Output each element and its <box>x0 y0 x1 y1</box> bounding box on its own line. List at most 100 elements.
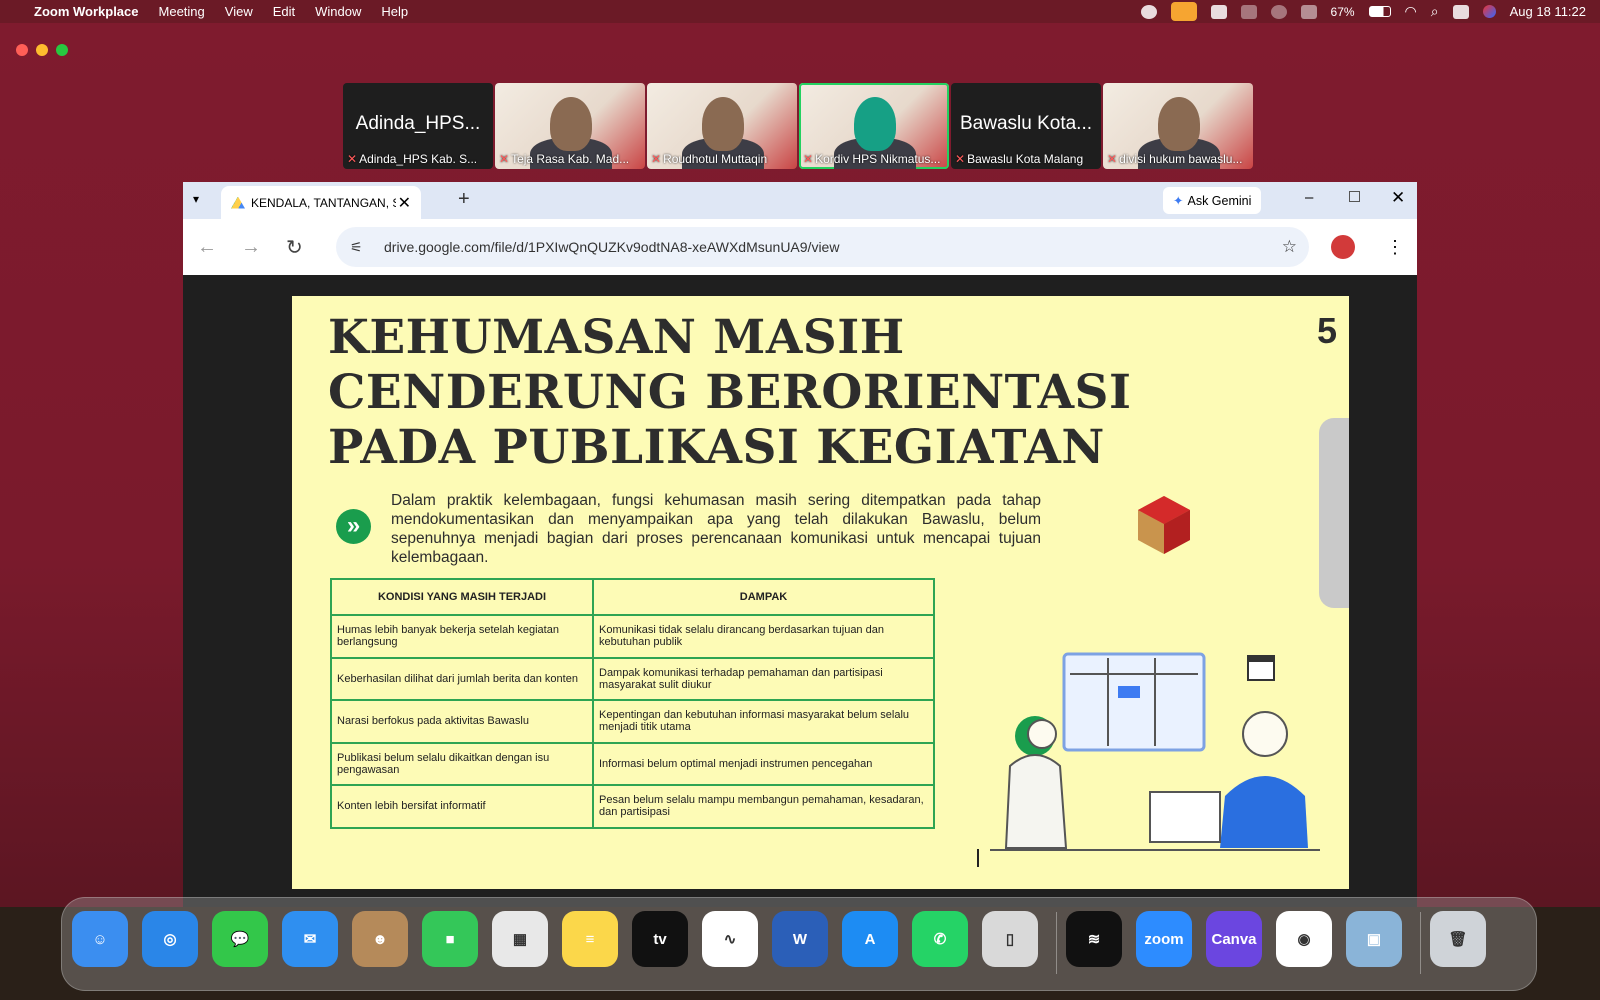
dock-spotify-icon[interactable]: ≋ <box>1066 911 1122 967</box>
dock-safari-icon[interactable]: ◎ <box>142 911 198 967</box>
tab-bar: ▾ KENDALA, TANTANGAN, SEI ✕ + ✦ Ask Gemi… <box>183 182 1417 219</box>
participant-tile[interactable]: Adinda_HPS... ✕ Adinda_HPS Kab. S... <box>343 83 493 169</box>
table-row: Narasi berfokus pada aktivitas Bawaslu Ke… <box>330 699 935 744</box>
impact-cell: Dampak komunikasi terhadap pemahaman dan… <box>592 656 935 701</box>
dock-freeform-icon[interactable]: ∿ <box>702 911 758 967</box>
impact-cell: Informasi belum optimal menjadi instrume… <box>592 741 935 786</box>
zoom-status-icon[interactable] <box>1210 4 1227 19</box>
participant-caption: ✕ Bawaslu Kota Malang <box>955 152 1097 166</box>
dock-notes-icon[interactable]: ≡ <box>562 911 618 967</box>
site-info-icon[interactable]: ⚟ <box>350 239 363 256</box>
minimize-icon[interactable]: – <box>1305 189 1313 206</box>
more-menu-icon[interactable]: ⋮ <box>1386 237 1404 258</box>
table-row: Publikasi belum selalu dikaitkan dengan … <box>330 741 935 786</box>
bawaslu-logo <box>1138 496 1190 554</box>
muted-mic-icon: ✕ <box>499 152 510 166</box>
participant-name: Teja Rasa Kab. Mad... <box>511 152 630 166</box>
control-center-icon[interactable] <box>1452 4 1469 19</box>
menu-bar: Zoom Workplace Meeting View Edit Window … <box>0 0 1600 23</box>
condition-cell: Publikasi belum selalu dikaitkan dengan … <box>330 741 594 786</box>
airdrop-icon[interactable] <box>1270 4 1287 19</box>
tab-close-icon[interactable]: ✕ <box>398 193 411 213</box>
dock-launchpad-icon[interactable]: ▦ <box>492 911 548 967</box>
participant-caption: ✕ divisi hukum bawaslu... <box>1107 152 1249 166</box>
condition-cell: Narasi berfokus pada aktivitas Bawaslu <box>330 699 594 744</box>
minimize-window-button[interactable] <box>36 44 48 56</box>
participant-tile[interactable]: Bawaslu Kota... ✕ Bawaslu Kota Malang <box>951 83 1101 169</box>
dock-whatsapp-icon[interactable]: ✆ <box>912 911 968 967</box>
participant-tile[interactable]: ✕ Teja Rasa Kab. Mad... <box>495 83 645 169</box>
restore-icon[interactable] <box>1349 191 1360 202</box>
gemini-icon: ✦ <box>1173 194 1184 208</box>
back-icon[interactable]: ← <box>197 236 217 259</box>
participant-tile[interactable]: ✕ divisi hukum bawaslu... <box>1103 83 1253 169</box>
forward-icon[interactable]: → <box>241 236 261 259</box>
battery-icon[interactable] <box>1368 6 1391 17</box>
tab-active[interactable]: KENDALA, TANTANGAN, SEI ✕ <box>221 186 421 219</box>
url-text[interactable]: drive.google.com/file/d/1PXIwQnQUZKv9odt… <box>384 239 839 255</box>
pen-icon[interactable] <box>1240 4 1257 19</box>
participant-caption: ✕ Adinda_HPS Kab. S... <box>347 152 489 166</box>
siri-icon[interactable] <box>1482 5 1496 18</box>
participant-face <box>550 97 592 151</box>
dock-separator <box>1420 912 1421 974</box>
muted-mic-icon: ✕ <box>1107 152 1118 166</box>
slide-title: KEHUMASAN MASIH CENDERUNG BERORIENTASI P… <box>328 310 1131 475</box>
slide-number: 5 <box>1316 310 1337 351</box>
dock: ☺ ◎ 💬 ✉ ☻ ■ ▦ ≡ tv ∿ W A ✆ ▯ ≋ zoom Canva ◉ ▣ 🗑 <box>61 897 1537 991</box>
dock-zoom-icon[interactable]: zoom <box>1136 911 1192 967</box>
dock-word-icon[interactable]: W <box>772 911 828 967</box>
double-chevron-icon: » <box>336 509 371 544</box>
dock-iphone-mirroring-icon[interactable]: ▯ <box>982 911 1038 967</box>
side-tab <box>1319 418 1349 608</box>
dock-appletv-icon[interactable]: tv <box>632 911 688 967</box>
menu-meeting[interactable]: Meeting <box>159 4 205 19</box>
address-bar[interactable]: ⚟ drive.google.com/file/d/1PXIwQnQUZKv9o… <box>336 227 1309 267</box>
menu-help[interactable]: Help <box>381 4 408 19</box>
participant-caption: ✕ Kordiv HPS Nikmatus... <box>803 152 945 166</box>
dock-finder-icon[interactable]: ☺ <box>72 911 128 967</box>
muted-mic-icon: ✕ <box>347 152 358 166</box>
participant-face <box>854 97 896 151</box>
participant-face <box>702 97 744 151</box>
clock[interactable]: Aug 18 11:22 <box>1510 4 1586 19</box>
dock-preview-icon[interactable]: ▣ <box>1346 911 1402 967</box>
new-tab-button[interactable]: + <box>458 188 470 211</box>
app-name[interactable]: Zoom Workplace <box>34 4 139 19</box>
bookmark-star-icon[interactable]: ☆ <box>1282 237 1297 257</box>
close-icon[interactable]: ✕ <box>1391 188 1405 208</box>
dock-trash-icon[interactable]: 🗑 <box>1430 911 1486 967</box>
menu-edit[interactable]: Edit <box>273 4 295 19</box>
muted-mic-icon: ✕ <box>651 152 662 166</box>
muted-mic-icon: ✕ <box>955 152 966 166</box>
mic-icon[interactable] <box>1170 2 1197 21</box>
close-window-button[interactable] <box>16 44 28 56</box>
maximize-window-button[interactable] <box>56 44 68 56</box>
participant-tile[interactable]: ✕ Roudhotul Muttaqin <box>647 83 797 169</box>
reload-icon[interactable]: ↻ <box>286 235 303 260</box>
profile-avatar[interactable] <box>1331 235 1355 259</box>
participant-name: Roudhotul Muttaqin <box>663 152 768 166</box>
dock-mail-icon[interactable]: ✉ <box>282 911 338 967</box>
table-header: KONDISI YANG MASIH TERJADI <box>330 578 594 616</box>
table-row: Keberhasilan dilihat dari jumlah berita … <box>330 656 935 701</box>
wifi-icon[interactable]: ◠ <box>1405 3 1417 20</box>
menu-window[interactable]: Window <box>315 4 361 19</box>
participant-name: Bawaslu Kota Malang <box>967 152 1084 166</box>
dock-facetime-icon[interactable]: ■ <box>422 911 478 967</box>
dock-canva-icon[interactable]: Canva <box>1206 911 1262 967</box>
dock-appstore-icon[interactable]: A <box>842 911 898 967</box>
menu-view[interactable]: View <box>225 4 253 19</box>
participant-tile[interactable]: ✕ Kordiv HPS Nikmatus... <box>799 83 949 169</box>
dock-messages-icon[interactable]: 💬 <box>212 911 268 967</box>
dock-separator <box>1056 912 1057 974</box>
ask-gemini-button[interactable]: ✦ Ask Gemini <box>1163 187 1262 214</box>
participant-face <box>1158 97 1200 151</box>
illustration-planning <box>990 652 1320 851</box>
dock-contacts-icon[interactable]: ☻ <box>352 911 408 967</box>
keyboard-icon[interactable] <box>1300 4 1317 19</box>
search-icon[interactable]: ⌕ <box>1431 3 1439 20</box>
status-c-icon[interactable] <box>1140 4 1157 19</box>
dock-chrome-icon[interactable]: ◉ <box>1276 911 1332 967</box>
tab-search-icon[interactable]: ▾ <box>193 192 199 206</box>
